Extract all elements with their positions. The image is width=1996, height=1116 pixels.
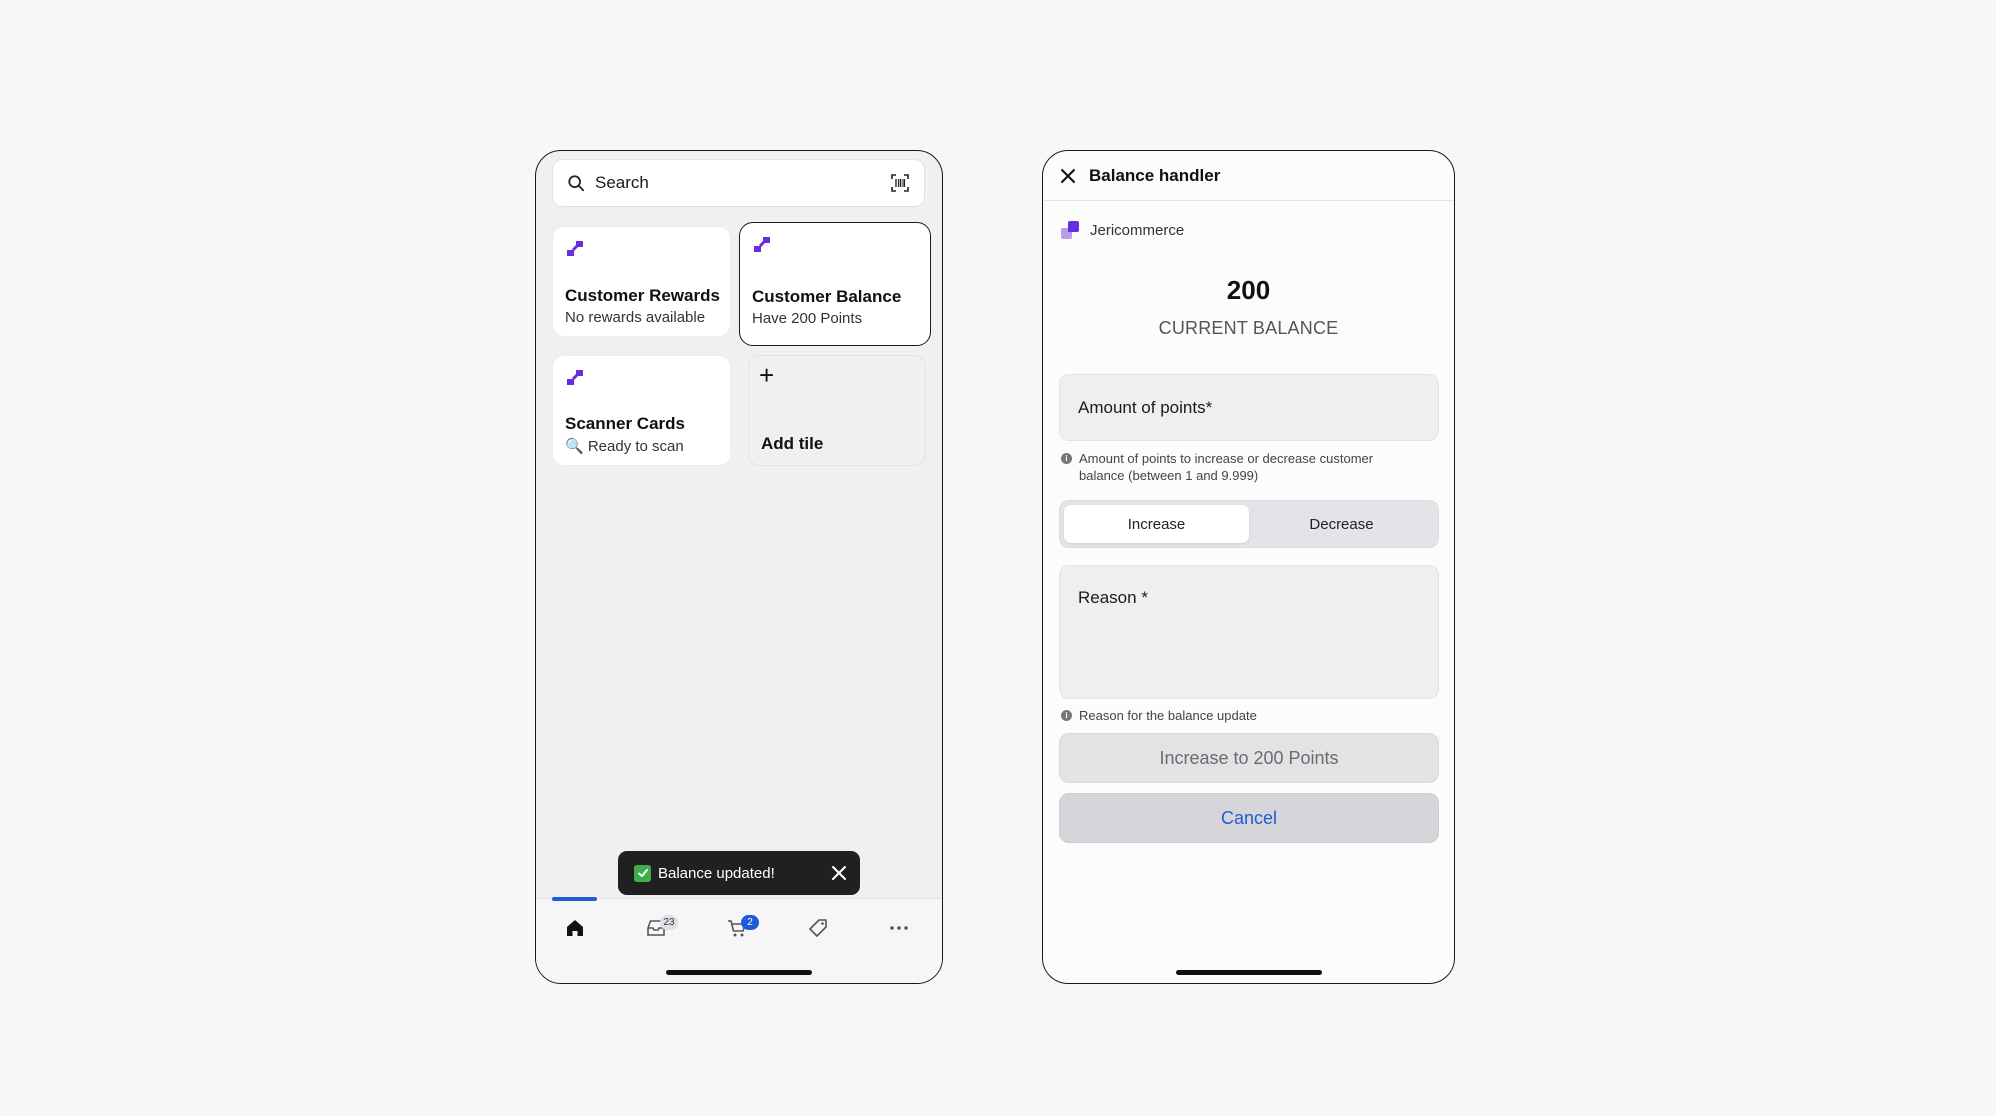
cart-badge: 2 — [741, 915, 759, 930]
home-screen: Search Customer Rewards No rewards avail… — [535, 150, 943, 984]
tag-icon — [809, 919, 827, 937]
jericommerce-logo-icon — [754, 237, 770, 252]
tile-title: Customer Rewards — [565, 286, 720, 305]
balance-label: CURRENT BALANCE — [1158, 318, 1339, 338]
more-icon — [890, 926, 908, 930]
inbox-badge: 23 — [660, 915, 678, 930]
jericommerce-logo-icon — [567, 241, 583, 256]
reason-hint: i Reason for the balance update — [1061, 707, 1257, 724]
header: Balance handler — [1043, 151, 1454, 201]
tile-subtitle: No rewards available — [565, 309, 706, 326]
info-icon: i — [1061, 710, 1072, 721]
nav-more[interactable] — [879, 913, 919, 943]
merchant-name: Jericommerce — [1090, 221, 1185, 239]
search-bar[interactable]: Search — [552, 159, 925, 207]
balance-handler-screen: Balance handler Jericommerce 200 CURRENT… — [1042, 150, 1455, 984]
toast-text: Balance updated! — [658, 864, 775, 882]
check-icon — [634, 864, 651, 882]
plus-icon: + — [759, 360, 775, 390]
increase-submit-button[interactable]: Increase to 200 Points — [1059, 733, 1439, 783]
barcode-scan-icon[interactable] — [890, 173, 910, 193]
nav-home[interactable] — [555, 913, 595, 943]
tile-scanner-cards[interactable]: Scanner Cards 🔍 Ready to scan — [552, 355, 731, 466]
tile-title: Scanner Cards — [565, 414, 685, 433]
search-icon — [568, 175, 585, 192]
jericommerce-logo-icon — [1061, 221, 1079, 239]
close-icon[interactable] — [830, 864, 848, 882]
info-icon: i — [1061, 453, 1072, 464]
mode-toggle: Increase Decrease — [1059, 500, 1439, 548]
search-input[interactable]: Search — [595, 173, 890, 193]
home-indicator — [1175, 970, 1322, 975]
close-icon[interactable] — [1059, 167, 1077, 185]
tile-subtitle: 🔍 Ready to scan — [565, 438, 684, 455]
reason-field[interactable]: Reason * — [1059, 565, 1439, 699]
amount-field[interactable]: Amount of points* — [1059, 374, 1439, 441]
balance-value: 200 — [1226, 275, 1271, 305]
nav-cart[interactable]: 2 — [717, 913, 759, 943]
reason-field-label: Reason * — [1078, 588, 1148, 607]
nav-inbox[interactable]: 23 — [636, 913, 678, 943]
tile-add[interactable]: + Add tile — [748, 355, 926, 466]
amount-field-label: Amount of points* — [1078, 397, 1213, 417]
tile-subtitle: Have 200 Points — [752, 310, 863, 327]
toast-notification: Balance updated! — [618, 851, 860, 895]
amount-hint: i Amount of points to increase or decrea… — [1061, 450, 1421, 484]
home-indicator — [666, 970, 812, 975]
decrease-option[interactable]: Decrease — [1249, 505, 1434, 543]
reason-hint-text: Reason for the balance update — [1079, 708, 1257, 723]
tile-customer-rewards[interactable]: Customer Rewards No rewards available — [552, 226, 731, 337]
tile-title: Customer Balance — [752, 287, 902, 306]
page-title: Balance handler — [1089, 165, 1221, 185]
nav-tags[interactable] — [798, 913, 838, 943]
tile-title: Add tile — [761, 434, 824, 453]
active-indicator — [552, 897, 597, 901]
cancel-button[interactable]: Cancel — [1059, 793, 1439, 843]
jericommerce-logo-icon — [567, 370, 583, 385]
tile-customer-balance[interactable]: Customer Balance Have 200 Points — [739, 222, 931, 346]
amount-hint-text: Amount of points to increase or decrease… — [1079, 451, 1374, 483]
increase-option[interactable]: Increase — [1064, 505, 1249, 543]
home-icon — [567, 920, 583, 936]
merchant: Jericommerce — [1059, 219, 1184, 241]
